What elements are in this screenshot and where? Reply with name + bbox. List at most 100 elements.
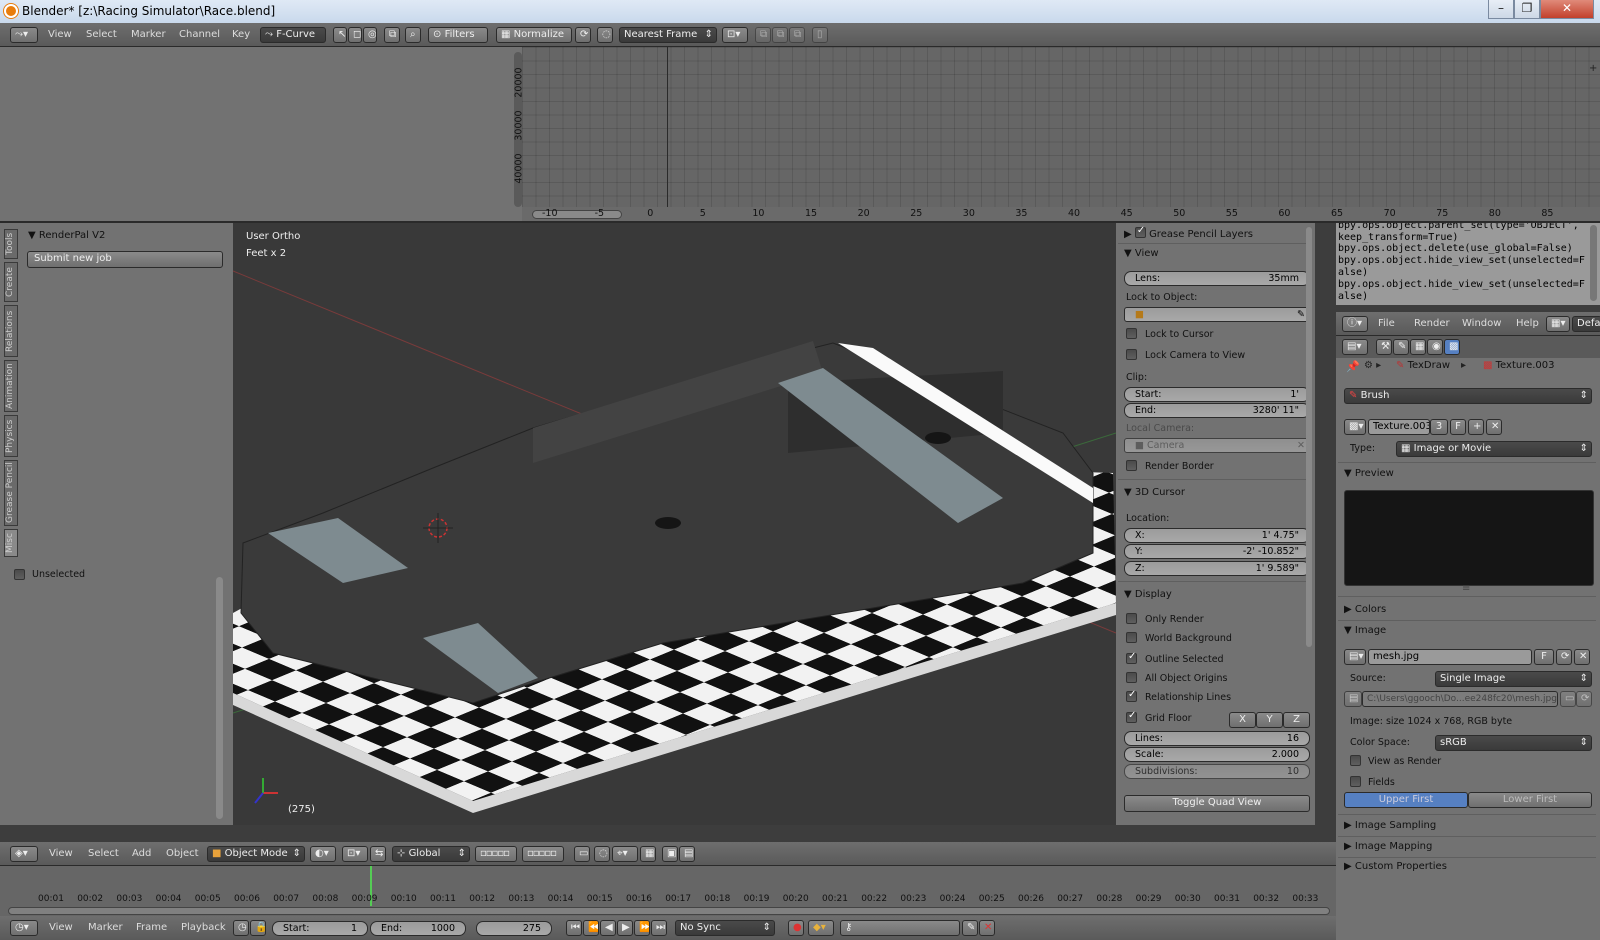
viewport-3d[interactable]: User Ortho Feet x 2 (275)	[233, 223, 1116, 825]
menu-object[interactable]: Object	[166, 848, 199, 859]
refresh-icon[interactable]: ⟳	[575, 27, 591, 43]
npanel-scrollbar[interactable]	[1306, 227, 1312, 647]
eyedropper-icon[interactable]: ✎	[1297, 308, 1305, 321]
normalize-toggle[interactable]: ▦ Normalize	[496, 27, 572, 43]
menu-select[interactable]: Select	[86, 29, 117, 40]
render-still-icon[interactable]: ▣	[662, 846, 678, 862]
menu-view[interactable]: View	[49, 922, 73, 933]
menu-select[interactable]: Select	[88, 848, 119, 859]
object-mode-dropdown[interactable]: ■ Object Mode ⇕	[207, 846, 305, 862]
tab-tools[interactable]: Tools	[4, 229, 18, 259]
preview-header[interactable]: ▼ Preview	[1344, 468, 1394, 479]
image-reload-icon[interactable]: ⟳	[1556, 649, 1572, 665]
file-browse-icon[interactable]: ▤	[1344, 691, 1362, 707]
shading-dropdown[interactable]: ◐▾	[310, 846, 336, 862]
graph-add-icon[interactable]: +	[1589, 63, 1597, 74]
start-frame-field[interactable]: Start: 1	[272, 921, 368, 936]
view-as-render-checkbox[interactable]	[1350, 755, 1361, 766]
insert-keyframe-icon[interactable]: ✎	[962, 920, 978, 936]
menu-view[interactable]: View	[49, 848, 73, 859]
pivot-dropdown[interactable]: ⊡▾	[342, 846, 368, 862]
image-mapping-header[interactable]: ▶ Image Mapping	[1344, 841, 1432, 852]
world-background-checkbox[interactable]	[1126, 632, 1137, 643]
menu-window[interactable]: Window	[1462, 318, 1501, 329]
layers-grid-1[interactable]: ▫▫▫▫▫	[475, 846, 517, 862]
image-name-field[interactable]: mesh.jpg	[1368, 649, 1532, 665]
menu-view[interactable]: View	[48, 29, 72, 40]
fields-checkbox[interactable]	[1350, 776, 1361, 787]
graph-mode-dropdown[interactable]: ⤳ F-Curve	[260, 27, 326, 43]
grease-pencil-header[interactable]: ▶ Grease Pencil Layers	[1124, 225, 1253, 240]
brush-dropdown[interactable]: ✎ Brush ⇕	[1344, 388, 1592, 404]
local-camera-field[interactable]: ■ Camera ✕	[1124, 438, 1310, 453]
preview-resize-handle[interactable]: ≡	[1462, 583, 1470, 594]
axis-y-toggle[interactable]: Y	[1256, 712, 1283, 728]
tab-misc[interactable]: Misc	[4, 529, 18, 557]
upper-first-toggle[interactable]: Upper First	[1344, 792, 1468, 808]
keying-set-icon[interactable]: ◆▾	[808, 920, 834, 936]
properties-type-icon[interactable]: ▤▾	[1342, 339, 1368, 355]
axis-z-toggle[interactable]: Z	[1283, 712, 1310, 728]
pin-icon[interactable]: 📌	[1346, 360, 1360, 373]
menu-frame[interactable]: Frame	[136, 922, 167, 933]
tab-texture-icon[interactable]: ▦	[1410, 339, 1426, 355]
play-reverse-icon[interactable]: ◀	[600, 920, 616, 936]
image-unlink-icon[interactable]: ✕	[1574, 649, 1590, 665]
info-editor-icon[interactable]: ⓘ▾	[1342, 316, 1368, 332]
submit-job-button[interactable]: Submit new job	[27, 251, 223, 268]
snap-mode-dropdown[interactable]: Nearest Frame ⇕	[619, 27, 717, 43]
lock-object-field[interactable]: ■ ✎	[1124, 307, 1310, 322]
jump-keyframe-forward-icon[interactable]: ⏩	[634, 920, 650, 936]
timeline[interactable]: 00:01 00:02 00:03 00:04 00:05 00:06 00:07 00:08…	[0, 866, 1336, 916]
texture-name-field[interactable]: Texture.003	[1368, 419, 1430, 435]
tab-create[interactable]: Create	[4, 262, 18, 302]
lock-to-cursor-checkbox[interactable]	[1126, 328, 1137, 339]
jump-start-icon[interactable]: ⏮	[566, 920, 582, 936]
filters-button[interactable]: ⊙ Filters	[428, 27, 488, 43]
pivot-icon[interactable]: ◌	[597, 27, 613, 43]
graph-editor-canvas[interactable]: +	[514, 47, 1600, 222]
timeline-scrollbar[interactable]	[8, 907, 1330, 915]
color-space-dropdown[interactable]: sRGB ⇕	[1435, 735, 1592, 751]
all-origins-checkbox[interactable]	[1126, 672, 1137, 683]
record-icon[interactable]: ●	[788, 920, 804, 936]
grid-floor-checkbox[interactable]	[1126, 710, 1137, 723]
snap-element-icon[interactable]: ▦	[640, 846, 656, 862]
file-open-icon[interactable]: ▭	[1560, 691, 1576, 707]
menu-marker[interactable]: Marker	[131, 29, 166, 40]
unlink-texture-icon[interactable]: ✕	[1486, 419, 1502, 435]
tab-animation[interactable]: Animation	[4, 360, 18, 412]
editor-type-button[interactable]: ⤳▾	[10, 27, 38, 43]
menu-file[interactable]: File	[1378, 318, 1395, 329]
menu-add[interactable]: Add	[132, 848, 151, 859]
delete-keyframe-icon[interactable]: ✕	[979, 920, 995, 936]
current-frame-field[interactable]: 275	[476, 921, 552, 936]
preview-range-icon[interactable]: ◷	[233, 920, 249, 936]
paste-keys-icon[interactable]: ⧉	[772, 27, 788, 43]
lock-layer-icon[interactable]: ▭	[574, 846, 590, 862]
snap-toggle-icon[interactable]: ⌖▾	[612, 846, 638, 862]
custom-properties-header[interactable]: ▶ Custom Properties	[1344, 861, 1447, 872]
axis-x-toggle[interactable]: X	[1229, 712, 1256, 728]
menu-render[interactable]: Render	[1414, 318, 1450, 329]
python-console[interactable]: bpy.ops.object.parent_set(type='OBJECT',…	[1336, 223, 1600, 305]
jump-end-icon[interactable]: ⏭	[651, 920, 667, 936]
source-dropdown[interactable]: Single Image ⇕	[1435, 671, 1592, 687]
menu-marker[interactable]: Marker	[88, 922, 123, 933]
only-errors-icon[interactable]: ⧉	[384, 27, 400, 43]
view-panel-header[interactable]: ▼ View	[1124, 248, 1159, 259]
viewport-editor-type[interactable]: ◈▾	[10, 846, 38, 862]
3d-cursor-header[interactable]: ▼ 3D Cursor	[1124, 487, 1185, 498]
lock-range-icon[interactable]: 🔒	[250, 920, 266, 936]
cursor-tool-icon[interactable]: ↖	[333, 27, 347, 43]
only-render-checkbox[interactable]	[1126, 613, 1137, 624]
console-scrollbar[interactable]	[1590, 225, 1597, 301]
image-sampling-header[interactable]: ▶ Image Sampling	[1344, 820, 1436, 831]
menu-help[interactable]: Help	[1516, 318, 1539, 329]
view-all-icon[interactable]: ⊡▾	[722, 27, 748, 43]
paste-flipped-icon[interactable]: ⧉	[789, 27, 805, 43]
grid-subdivisions-field[interactable]: Subdivisions: 10	[1124, 764, 1310, 779]
screen-layout-dropdown[interactable]: Defa	[1572, 316, 1600, 332]
menu-playback[interactable]: Playback	[181, 922, 226, 933]
show-hidden-icon[interactable]: ◎	[363, 27, 377, 43]
